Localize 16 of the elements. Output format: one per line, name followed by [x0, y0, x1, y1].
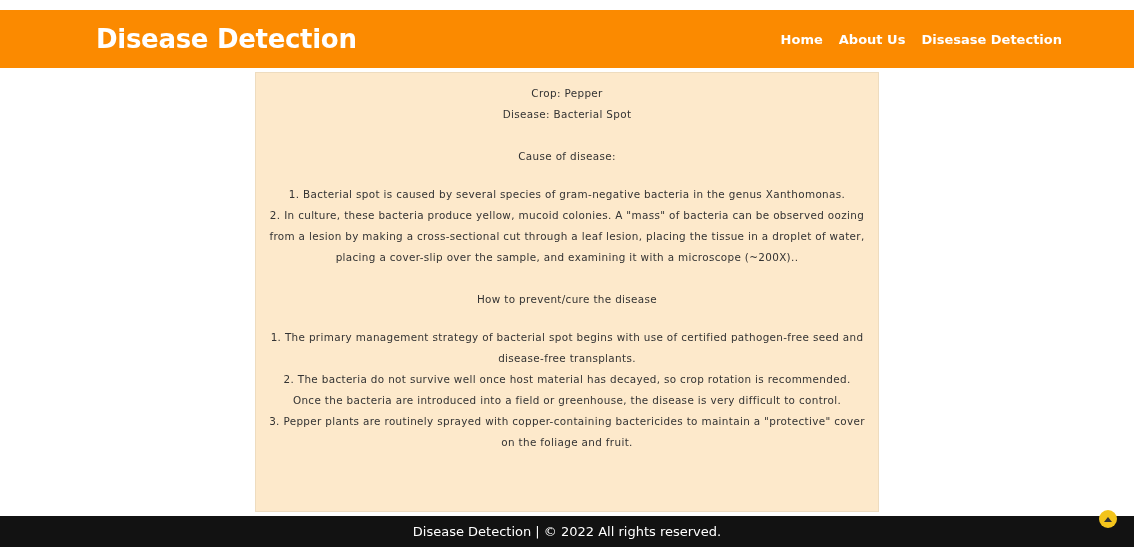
- nav-link[interactable]: Disesase Detection: [921, 31, 1062, 47]
- nav-link[interactable]: About Us: [838, 31, 906, 47]
- crop-text: Crop: Pepper: [530, 86, 604, 101]
- nav-link[interactable]: Home: [780, 31, 823, 47]
- footer-text: Disease Detection | © 2022 All rights reserved.: [412, 524, 722, 539]
- list-item: 1. Bacterial spot is caused by several species of gram-negative bacteria in the genus Xanthomonas.: [287, 187, 847, 202]
- section-heading: How to prevent/cure the disease: [475, 292, 659, 307]
- list-item: 2. In culture, these bacteria produce yellow, mucoid colonies. A "mass" of bacteria can be observed oozing from a lesion by making a cross-sectional cut through a leaf lesion, placing the tissue in a droplet of water, placing a cover-slip over the sample, and examining it with a microscope (~200X)..: [268, 208, 866, 265]
- list-item: 1. The primary management strategy of bacterial spot begins with use of certified pathogen-free seed and disease-free transplants.: [269, 330, 865, 366]
- caret-up-icon: [1104, 516, 1112, 522]
- list-item: 2. The bacteria do not survive well once host material has decayed, so crop rotation is recommended. Once the bacteria are introduced into a field or greenhouse, the disease is very difficult to control.: [282, 372, 852, 408]
- scroll-top-button[interactable]: [1099, 510, 1117, 528]
- list-item: 3. Pepper plants are routinely sprayed with copper-containing bactericides to maintain a "protective" cover on the foliage and fruit.: [268, 414, 866, 450]
- section-heading: Cause of disease:: [517, 149, 617, 164]
- disease-text: Disease: Bacterial Spot: [501, 107, 633, 122]
- site-title: Disease Detection: [96, 24, 357, 54]
